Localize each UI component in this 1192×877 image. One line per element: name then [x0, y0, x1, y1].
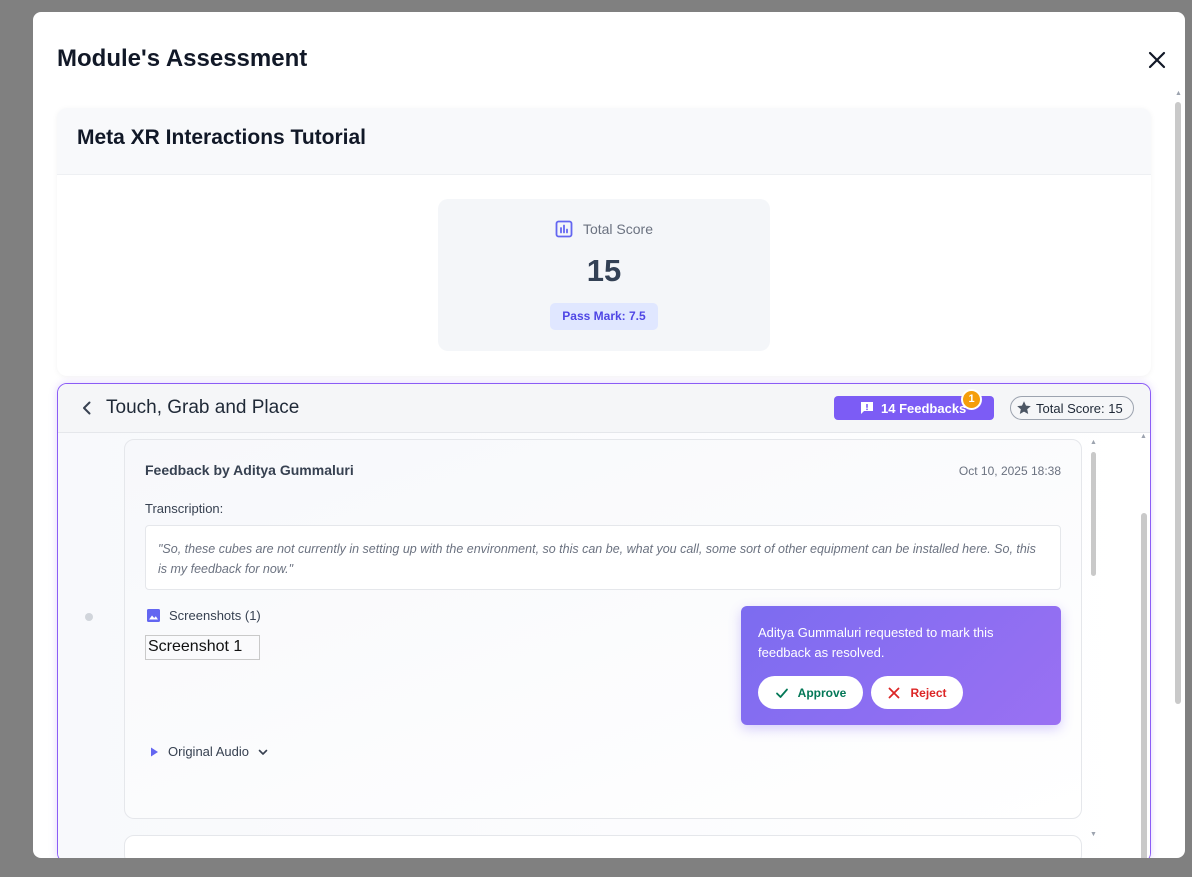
transcription-label: Transcription:	[145, 501, 224, 516]
section-score-pill: Total Score: 15	[1010, 396, 1134, 420]
feedback-date: Oct 10, 2025 18:38	[958, 464, 1061, 478]
check-icon	[775, 688, 788, 698]
image-icon	[147, 609, 160, 622]
transcription-text: "So, these cubes are not currently in se…	[145, 525, 1061, 590]
reject-label: Reject	[910, 685, 947, 700]
screenshots-label: Screenshots (1)	[169, 608, 261, 623]
section-card: Touch, Grab and Place 14 Feedbacks 1 Tot…	[57, 383, 1151, 858]
total-score-label: Total Score	[582, 221, 654, 237]
scroll-up-arrow[interactable]: ▲	[1175, 90, 1182, 97]
star-icon	[1017, 401, 1031, 414]
reject-button[interactable]: Reject	[871, 676, 963, 709]
notification-badge: 1	[961, 389, 982, 410]
module-title: Meta XR Interactions Tutorial	[77, 126, 366, 149]
total-score-label-row: Total Score	[438, 220, 770, 238]
approve-label: Approve	[797, 685, 847, 700]
total-score-box: Total Score 15 Pass Mark: 7.5	[438, 199, 770, 351]
close-icon	[1148, 51, 1166, 69]
section-title: Touch, Grab and Place	[106, 397, 300, 418]
original-audio-toggle[interactable]: Original Audio	[148, 744, 269, 759]
approve-button[interactable]: Approve	[758, 676, 863, 709]
chevron-left-icon	[83, 401, 91, 415]
resolve-request-message: Aditya Gummaluri requested to mark this …	[758, 625, 994, 660]
x-icon	[889, 687, 900, 698]
module-header: Meta XR Interactions Tutorial	[57, 108, 1151, 175]
feedback-author: Feedback by Aditya Gummaluri	[145, 462, 354, 478]
collapse-button[interactable]	[77, 398, 97, 418]
feedback-icon	[861, 402, 873, 414]
feedback-list: Feedback by Aditya Gummaluri Oct 10, 202…	[58, 433, 1150, 858]
screenshot-thumbnail[interactable]: Screenshot 1	[145, 635, 260, 660]
scrollbar-thumb[interactable]	[1175, 102, 1181, 704]
section-score-label: Total Score: 15	[1036, 400, 1123, 416]
modal-scrollbar[interactable]: ▲	[1174, 90, 1183, 846]
scroll-up-arrow[interactable]: ▲	[1140, 433, 1147, 440]
play-icon	[151, 747, 158, 756]
original-audio-label: Original Audio	[168, 744, 249, 759]
scroll-up-arrow[interactable]: ▲	[1090, 439, 1097, 446]
scrollbar-thumb[interactable]	[1091, 452, 1096, 576]
close-button[interactable]	[1145, 48, 1169, 72]
module-summary-card: Meta XR Interactions Tutorial Total Scor…	[57, 108, 1151, 376]
section-scrollbar[interactable]: ▲	[1140, 433, 1148, 858]
chevron-down-icon	[258, 749, 268, 755]
total-score-value: 15	[586, 253, 622, 288]
feedbacks-label: 14 Feedbacks	[881, 400, 967, 416]
timeline-dot	[85, 613, 93, 621]
screenshots-header: Screenshots (1)	[146, 608, 261, 623]
scroll-down-arrow[interactable]: ▼	[1090, 831, 1097, 838]
modal-title: Module's Assessment	[57, 45, 308, 72]
section-header: Touch, Grab and Place 14 Feedbacks 1 Tot…	[58, 384, 1150, 433]
scrollbar-thumb[interactable]	[1141, 513, 1147, 858]
feedback-card: Feedback by Aditya Gummaluri Oct 10, 202…	[124, 439, 1082, 819]
feedback-list-scrollbar[interactable]: ▲ ▼	[1090, 439, 1098, 838]
feedback-card-next	[124, 835, 1082, 858]
resolve-request-panel: Aditya Gummaluri requested to mark this …	[741, 606, 1061, 725]
assessment-modal: Module's Assessment ▲ Meta XR Interactio…	[33, 12, 1185, 858]
bar-chart-icon	[555, 220, 573, 238]
pass-mark-badge: Pass Mark: 7.5	[550, 303, 658, 330]
